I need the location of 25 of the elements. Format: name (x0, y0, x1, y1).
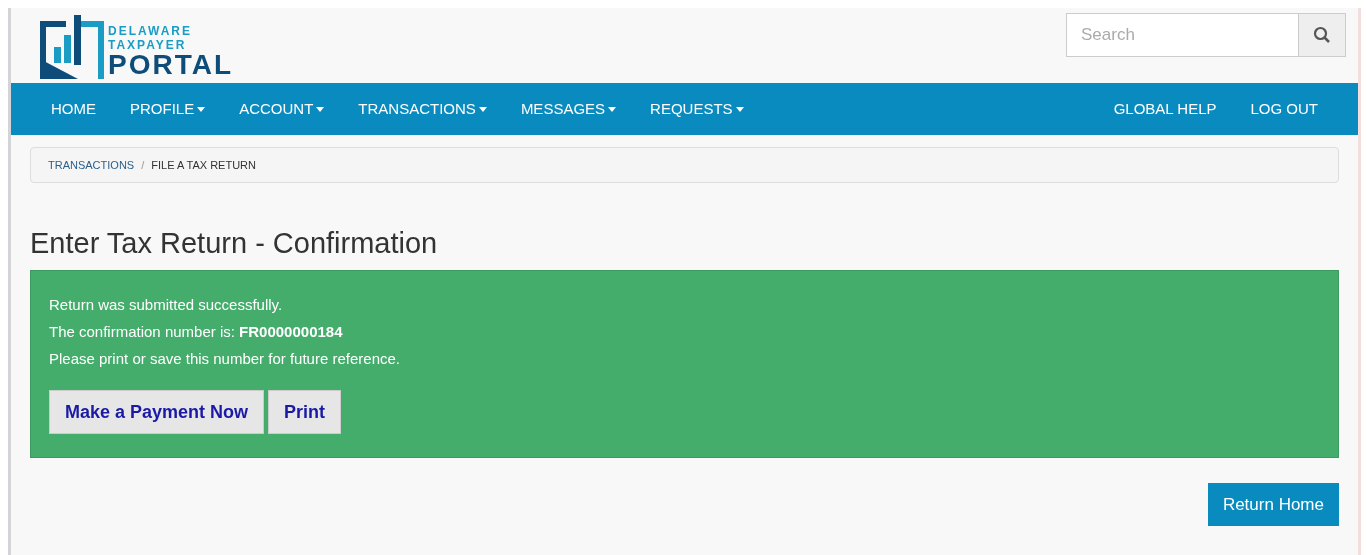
logo-text: PORTAL (108, 50, 234, 79)
page-title: Enter Tax Return - Confirmation (30, 229, 439, 258)
search-button[interactable] (1299, 13, 1346, 57)
breadcrumb-link[interactable]: TRANSACTIONS (48, 156, 135, 174)
search-field[interactable]: Search (1066, 13, 1299, 57)
nav-item[interactable]: REQUESTS (633, 97, 761, 121)
nav-item[interactable]: PROFILE (113, 97, 223, 121)
nav-item[interactable]: ACCOUNT (222, 97, 342, 121)
alert-message: Return was submitted successfully. (49, 295, 284, 315)
logo-text: DELAWARE (108, 24, 193, 37)
alert-message: Please print or save this number for future reference. (49, 349, 401, 369)
nav-item[interactable]: HOME (34, 97, 113, 121)
alert-message: The confirmation number is: FR0000000184 (49, 322, 344, 342)
nav-item[interactable]: LOG OUT (1233, 97, 1335, 121)
nav-item[interactable]: GLOBAL HELP (1096, 97, 1234, 121)
nav-item[interactable]: TRANSACTIONS (341, 97, 504, 121)
nav-item[interactable]: MESSAGES (503, 97, 634, 121)
payment-button[interactable]: Make a Payment Now (49, 390, 265, 434)
return-home-button[interactable]: Return Home (1207, 483, 1339, 526)
search-icon (1313, 26, 1331, 44)
breadcrumb-separator: / (140, 157, 146, 173)
print-button[interactable]: Print (268, 390, 342, 434)
breadcrumb-current: FILE A TAX RETURN (151, 157, 256, 173)
logo-text: TAXPAYER (108, 38, 188, 51)
logo-icon (38, 12, 104, 79)
